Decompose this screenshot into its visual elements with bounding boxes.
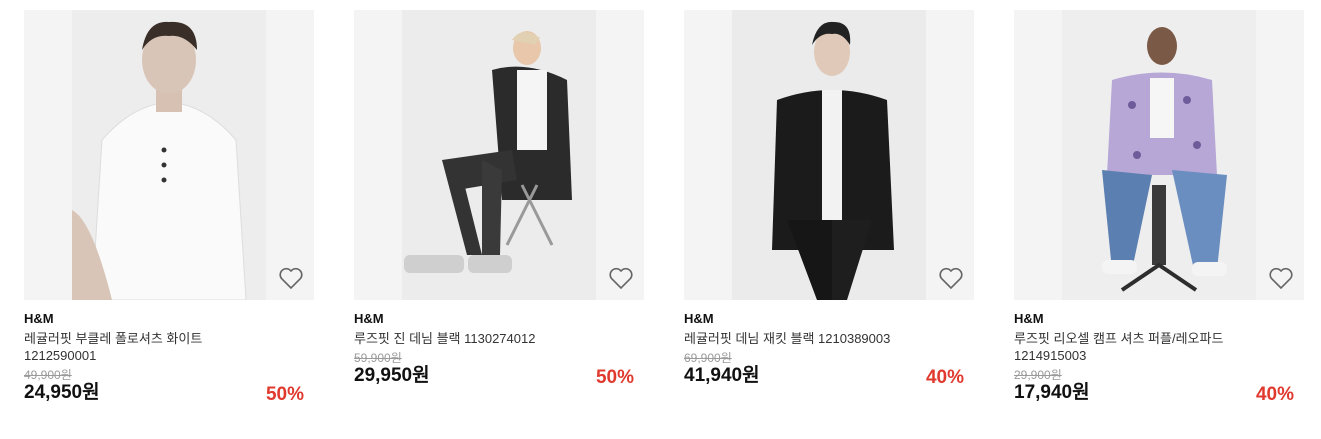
product-title[interactable]: 레귤러핏 부클레 폴로셔츠 화이트 1212590001 (24, 330, 274, 364)
product-photo[interactable] (72, 10, 266, 300)
brand-name[interactable]: H&M (354, 311, 644, 327)
brand-name[interactable]: H&M (684, 311, 974, 327)
product-image-container[interactable] (684, 10, 974, 300)
product-image-container[interactable] (354, 10, 644, 300)
discount-badge: 50% (265, 384, 304, 405)
product-image-container[interactable] (1014, 10, 1304, 300)
product-card[interactable]: H&M 레귤러핏 부클레 폴로셔츠 화이트 1212590001 49,900원… (24, 10, 314, 408)
product-title[interactable]: 루즈핏 리오셀 캠프 셔츠 퍼플/레오파드 1214915003 (1014, 330, 1229, 364)
heart-outline-icon[interactable] (608, 266, 634, 290)
product-photo[interactable] (1062, 10, 1256, 300)
product-photo[interactable] (402, 10, 596, 300)
price-row: 69,900원 41,940원 40% (684, 351, 974, 391)
product-title[interactable]: 레귤러핏 데님 재킷 블랙 1210389003 (684, 330, 934, 347)
product-photo[interactable] (732, 10, 926, 300)
brand-name[interactable]: H&M (1014, 311, 1304, 327)
product-grid: H&M 레귤러핏 부클레 폴로셔츠 화이트 1212590001 49,900원… (0, 0, 1321, 439)
product-card[interactable]: H&M 레귤러핏 데님 재킷 블랙 1210389003 69,900원 41,… (684, 10, 974, 391)
brand-name[interactable]: H&M (24, 311, 314, 327)
heart-outline-icon[interactable] (278, 266, 304, 290)
price-row: 59,900원 29,950원 50% (354, 351, 644, 391)
discount-badge: 50% (595, 367, 634, 388)
product-card[interactable]: H&M 루즈핏 리오셀 캠프 셔츠 퍼플/레오파드 1214915003 29,… (1014, 10, 1304, 408)
discount-badge: 40% (925, 367, 964, 388)
price-row: 49,900원 24,950원 50% (24, 368, 314, 408)
discount-badge: 40% (1255, 384, 1294, 405)
original-price: 69,900원 (684, 351, 732, 365)
price-row: 29,900원 17,940원 40% (1014, 368, 1304, 408)
product-card[interactable]: H&M 루즈핏 진 데님 블랙 1130274012 59,900원 29,95… (354, 10, 644, 391)
heart-outline-icon[interactable] (1268, 266, 1294, 290)
original-price: 29,900원 (1014, 368, 1062, 382)
product-title[interactable]: 루즈핏 진 데님 블랙 1130274012 (354, 330, 604, 347)
original-price: 59,900원 (354, 351, 402, 365)
product-image-container[interactable] (24, 10, 314, 300)
heart-outline-icon[interactable] (938, 266, 964, 290)
original-price: 49,900원 (24, 368, 72, 382)
